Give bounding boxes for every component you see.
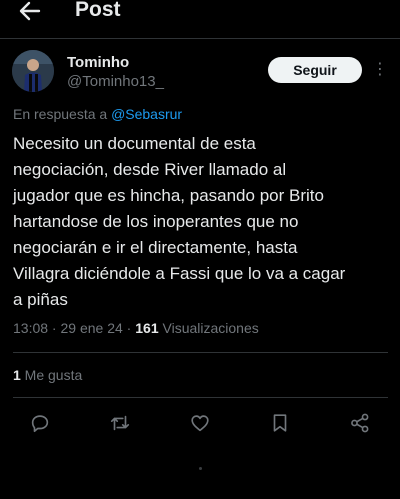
likes-label: Me gusta xyxy=(20,367,83,383)
divider xyxy=(13,352,388,353)
back-arrow-icon[interactable] xyxy=(18,0,42,22)
author-name[interactable]: Tominho xyxy=(67,54,129,71)
reply-context: En respuesta a @Sebasrur xyxy=(13,106,182,122)
likes-stat[interactable]: 1 Me gusta xyxy=(13,367,82,383)
share-icon[interactable] xyxy=(349,412,371,434)
like-icon[interactable] xyxy=(189,412,211,434)
reply-user-link[interactable]: @Sebasrur xyxy=(111,106,182,122)
meta-separator: · xyxy=(48,320,61,336)
bottom-indicator-dot xyxy=(199,467,202,470)
views-count: 161 xyxy=(135,320,159,336)
top-bar: Post xyxy=(0,0,400,26)
follow-button[interactable]: Seguir xyxy=(268,57,362,83)
tweet-time[interactable]: 13:08 xyxy=(13,320,48,336)
more-options-icon[interactable]: ⋮ xyxy=(372,60,388,80)
reply-prefix: En respuesta a xyxy=(13,106,112,122)
tweet-line: Villagra diciéndole a Fassi que lo va a … xyxy=(13,264,346,283)
tweet-line: jugador que es hincha, pasando por Brito xyxy=(13,186,324,205)
tweet-line: a piñas xyxy=(13,290,68,309)
bookmark-icon[interactable] xyxy=(269,412,291,434)
header-divider xyxy=(0,38,400,39)
author-handle[interactable]: @Tominho13_ xyxy=(67,73,164,90)
meta-separator: · xyxy=(122,320,136,336)
reply-icon[interactable] xyxy=(29,412,51,434)
tweet-line: negociación, desde River llamado al xyxy=(13,160,287,179)
tweet-line: negociarán e ir el directamente, hasta xyxy=(13,238,298,257)
page-title: Post xyxy=(75,0,121,21)
likes-count: 1 xyxy=(13,367,21,383)
views-label: Visualizaciones xyxy=(158,320,259,336)
tweet-meta: 13:08 · 29 ene 24 · 161 Visualizaciones xyxy=(13,320,259,336)
repost-icon[interactable] xyxy=(109,412,131,434)
tweet-line: hartandose de los inoperantes que no xyxy=(13,212,299,231)
tweet-line: Necesito un documental de esta xyxy=(13,134,256,153)
avatar[interactable] xyxy=(12,50,54,92)
tweet-text: Necesito un documental de esta negociaci… xyxy=(13,131,391,313)
tweet-date[interactable]: 29 ene 24 xyxy=(61,320,123,336)
divider xyxy=(13,397,388,398)
